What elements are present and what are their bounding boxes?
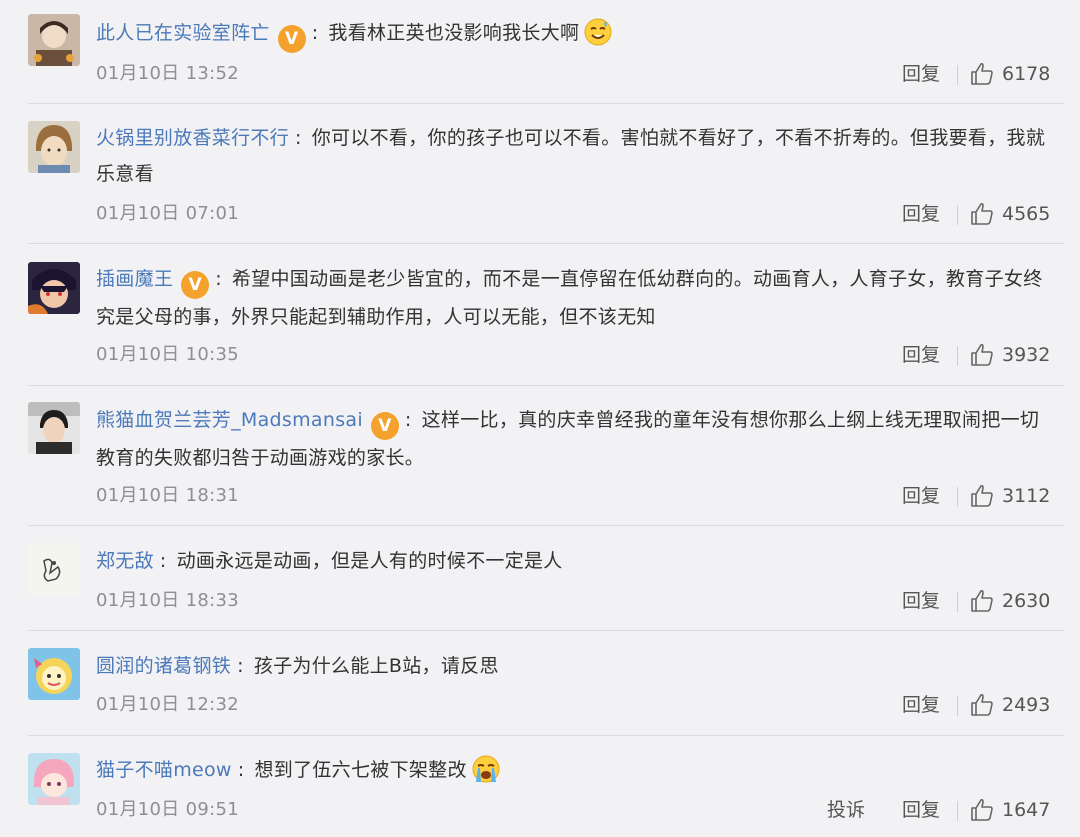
reply-button[interactable]: 回复	[902, 586, 940, 616]
comment-text: 动画永远是动画，但是人有的时候不一定是人	[176, 550, 563, 572]
comment-meta: 01月10日 09:51 投诉 回复 1647	[96, 795, 1056, 825]
comment-meta: 01月10日 10:35 回复 3932	[96, 340, 1056, 370]
colon: :	[295, 127, 302, 149]
colon: :	[215, 268, 222, 290]
comment-text-line: 郑无敌: 动画永远是动画，但是人有的时候不一定是人	[96, 543, 1056, 579]
avatar[interactable]	[28, 402, 80, 454]
comment-text: 想到了伍六七被下架整改	[254, 759, 467, 781]
divider-vertical	[957, 205, 958, 225]
thumbs-up-icon[interactable]	[970, 798, 994, 826]
comment-text-line: 熊猫血贺兰芸芳_Madsmansai V: 这样一比，真的庆幸曾经我的童年没有想你那…	[96, 402, 1056, 476]
comment-time: 01月10日 07:01	[96, 203, 240, 224]
reply-button[interactable]: 回复	[902, 199, 940, 229]
thumbs-up-icon[interactable]	[970, 343, 994, 371]
comment-meta: 01月10日 18:31 回复 3112	[96, 481, 1056, 511]
comment-meta: 01月10日 07:01 回复 4565	[96, 199, 1056, 229]
username-link[interactable]: 此人已在实验室阵亡	[96, 22, 270, 44]
comment-text: 孩子为什么能上B站，请反思	[253, 655, 499, 677]
comment-meta: 01月10日 13:52 回复 6178	[96, 59, 1056, 89]
comment-time: 01月10日 09:51	[96, 799, 240, 820]
comment-text-line: 火锅里别放香菜行不行: 你可以不看，你的孩子也可以不看。害怕就不看好了，不看不折寿…	[96, 120, 1056, 192]
comment-text-line: 插画魔王 V: 希望中国动画是老少皆宜的，而不是一直停留在低幼群向的。动画育人，人育…	[96, 261, 1056, 335]
comment-text: 希望中国动画是老少皆宜的，而不是一直停留在低幼群向的。动画育人，人育子女，教育子…	[96, 268, 1043, 328]
like-count: 1647	[1002, 799, 1051, 821]
username-link[interactable]: 熊猫血贺兰芸芳_Madsmansai	[96, 409, 363, 431]
divider	[28, 630, 1064, 631]
comment-text-line: 圆润的诸葛钢铁: 孩子为什么能上B站，请反思	[96, 648, 1056, 684]
comment-time: 01月10日 12:32	[96, 694, 240, 715]
divider	[28, 243, 1064, 244]
comment-text-line: 猫子不喵meow: 想到了伍六七被下架整改	[96, 752, 1056, 796]
like-count: 2630	[1002, 590, 1051, 612]
username-link[interactable]: 郑无敌	[96, 550, 154, 572]
username-link[interactable]: 猫子不喵meow	[96, 759, 232, 781]
like-count: 2493	[1002, 694, 1051, 716]
report-button[interactable]: 投诉	[827, 795, 865, 825]
verified-badge-icon: V	[370, 412, 399, 440]
crying-emoji-icon	[471, 754, 501, 796]
comment-text-line: 此人已在实验室阵亡 V: 我看林正英也没影响我长大啊	[96, 15, 1056, 59]
comment-meta: 01月10日 12:32 回复 2493	[96, 690, 1056, 720]
divider-vertical	[957, 65, 958, 85]
verified-badge-icon: V	[277, 25, 306, 53]
divider	[28, 525, 1064, 526]
colon: :	[159, 550, 167, 572]
avatar[interactable]	[28, 262, 80, 314]
colon: :	[237, 655, 244, 677]
verified-badge-icon: V	[181, 271, 210, 299]
comment-time: 01月10日 10:35	[96, 344, 240, 365]
avatar[interactable]	[28, 543, 80, 595]
avatar[interactable]	[28, 753, 80, 805]
like-count: 6178	[1002, 63, 1051, 85]
like-count: 3932	[1002, 344, 1051, 366]
reply-button[interactable]: 回复	[902, 59, 940, 89]
username-link[interactable]: 插画魔王	[96, 268, 173, 290]
divider-vertical	[957, 801, 958, 821]
reply-button[interactable]: 回复	[902, 340, 940, 370]
divider-vertical	[957, 346, 958, 366]
thumbs-up-icon[interactable]	[970, 484, 994, 512]
like-count: 3112	[1002, 485, 1051, 507]
divider	[28, 103, 1064, 104]
divider-vertical	[957, 592, 958, 612]
divider	[28, 385, 1064, 386]
thumbs-up-icon[interactable]	[970, 62, 994, 90]
reply-button[interactable]: 回复	[902, 795, 940, 825]
reply-button[interactable]: 回复	[902, 481, 940, 511]
avatar[interactable]	[28, 121, 80, 173]
comment-text: 我看林正英也没影响我长大啊	[328, 22, 580, 44]
divider-vertical	[957, 487, 958, 507]
comment-time: 01月10日 13:52	[96, 63, 240, 84]
username-link[interactable]: 圆润的诸葛钢铁	[96, 655, 231, 677]
thumbs-up-icon[interactable]	[970, 693, 994, 721]
avatar[interactable]	[28, 14, 80, 66]
username-link[interactable]: 火锅里别放香菜行不行	[96, 127, 289, 149]
comment-meta: 01月10日 18:33 回复 2630	[96, 586, 1056, 616]
sweat-smile-emoji-icon	[583, 17, 613, 59]
avatar[interactable]	[28, 648, 80, 700]
colon: :	[404, 409, 412, 431]
colon: :	[237, 759, 245, 781]
thumbs-up-icon[interactable]	[970, 589, 994, 617]
like-count: 4565	[1002, 203, 1051, 225]
comment-time: 01月10日 18:31	[96, 485, 240, 506]
thumbs-up-icon[interactable]	[970, 202, 994, 230]
divider	[28, 735, 1064, 736]
colon: :	[311, 22, 319, 44]
comment-time: 01月10日 18:33	[96, 590, 240, 611]
divider-vertical	[957, 696, 958, 716]
reply-button[interactable]: 回复	[902, 690, 940, 720]
